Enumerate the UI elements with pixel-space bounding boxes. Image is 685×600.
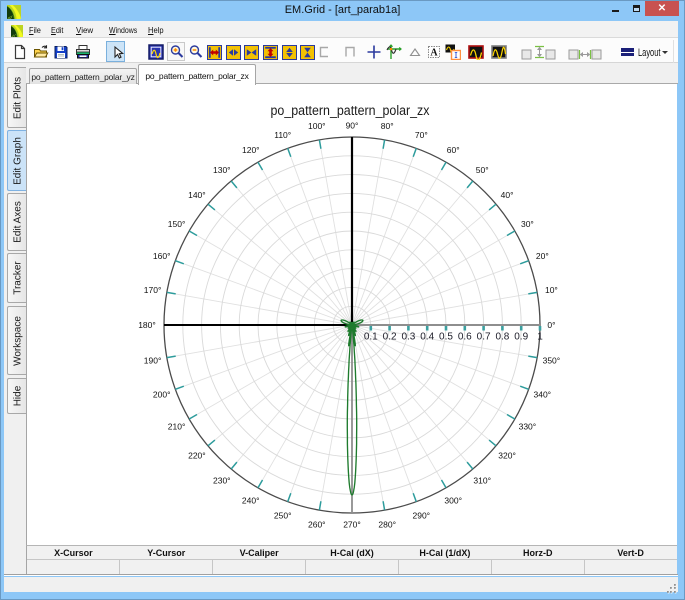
svg-text:0.7: 0.7 bbox=[477, 332, 491, 343]
svg-text:po_pattern_pattern_polar_zx: po_pattern_pattern_polar_zx bbox=[271, 103, 430, 118]
svg-text:200°: 200° bbox=[153, 390, 171, 400]
svg-text:320°: 320° bbox=[498, 450, 516, 460]
svg-text:50°: 50° bbox=[476, 165, 489, 175]
svg-text:140°: 140° bbox=[188, 190, 206, 200]
svg-text:80°: 80° bbox=[381, 121, 394, 131]
svg-text:160°: 160° bbox=[153, 251, 171, 261]
svg-text:180°: 180° bbox=[138, 320, 156, 330]
svg-text:190°: 190° bbox=[144, 355, 162, 365]
svg-text:300°: 300° bbox=[444, 496, 462, 506]
svg-text:0.8: 0.8 bbox=[495, 332, 509, 343]
svg-text:40°: 40° bbox=[501, 190, 514, 200]
svg-text:0.2: 0.2 bbox=[383, 332, 397, 343]
svg-text:0°: 0° bbox=[547, 320, 555, 330]
svg-text:230°: 230° bbox=[213, 475, 231, 485]
svg-text:0.4: 0.4 bbox=[420, 332, 434, 343]
svg-text:310°: 310° bbox=[473, 475, 491, 485]
svg-text:350°: 350° bbox=[543, 355, 561, 365]
svg-text:90°: 90° bbox=[346, 121, 359, 131]
svg-text:290°: 290° bbox=[413, 511, 431, 521]
svg-text:130°: 130° bbox=[213, 165, 231, 175]
svg-text:0.9: 0.9 bbox=[514, 332, 528, 343]
svg-text:0.1: 0.1 bbox=[364, 332, 378, 343]
svg-text:240°: 240° bbox=[242, 496, 260, 506]
svg-text:150°: 150° bbox=[168, 219, 186, 229]
svg-text:0.5: 0.5 bbox=[439, 332, 453, 343]
svg-text:280°: 280° bbox=[378, 520, 396, 530]
svg-text:1: 1 bbox=[537, 332, 543, 343]
svg-text:340°: 340° bbox=[534, 390, 552, 400]
svg-text:110°: 110° bbox=[274, 130, 291, 140]
svg-text:60°: 60° bbox=[447, 145, 460, 155]
svg-text:220°: 220° bbox=[188, 450, 206, 460]
svg-text:0.3: 0.3 bbox=[401, 332, 415, 343]
svg-text:260°: 260° bbox=[308, 520, 326, 530]
svg-text:70°: 70° bbox=[415, 130, 428, 140]
svg-text:120°: 120° bbox=[242, 145, 260, 155]
svg-text:10°: 10° bbox=[545, 285, 558, 295]
svg-text:30°: 30° bbox=[521, 219, 534, 229]
svg-text:A: A bbox=[430, 48, 438, 59]
svg-text:170°: 170° bbox=[144, 285, 162, 295]
svg-text:250°: 250° bbox=[274, 511, 292, 521]
svg-text:270°: 270° bbox=[343, 520, 361, 530]
svg-text:20°: 20° bbox=[536, 251, 549, 261]
svg-text:100°: 100° bbox=[308, 121, 326, 131]
svg-text:330°: 330° bbox=[519, 422, 537, 432]
svg-text:210°: 210° bbox=[168, 421, 186, 431]
svg-text:0.6: 0.6 bbox=[458, 332, 472, 343]
